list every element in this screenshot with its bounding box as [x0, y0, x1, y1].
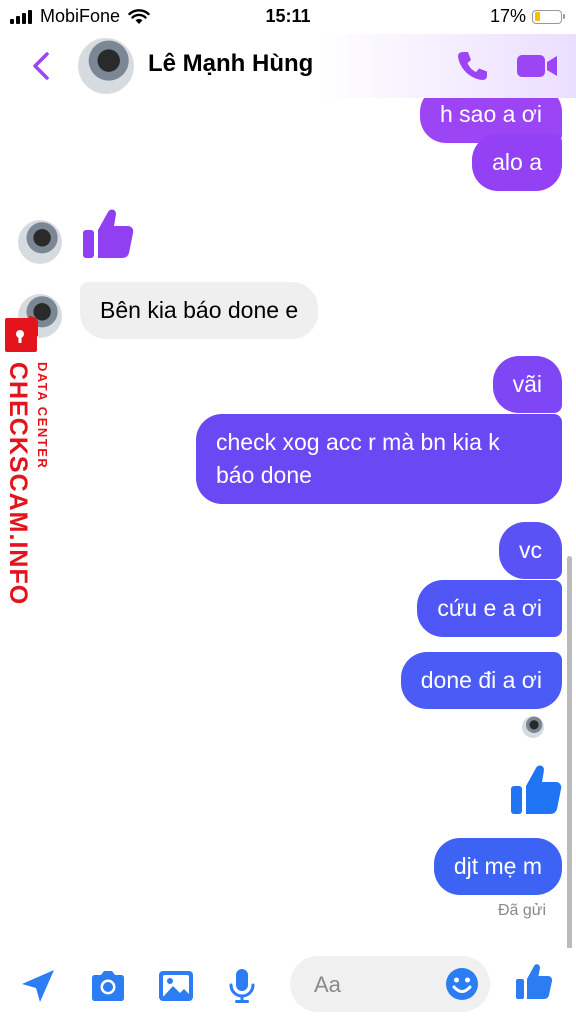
microphone-icon[interactable] [222, 966, 262, 1006]
status-right: 17% [489, 6, 565, 27]
input-placeholder: Aa [314, 972, 341, 997]
battery-percent: 17% [489, 6, 526, 26]
back-chevron-icon[interactable] [22, 46, 62, 86]
message-text: vc [519, 537, 542, 563]
outgoing-message[interactable]: djt mẹ m [433, 838, 562, 895]
outgoing-message[interactable]: vc [499, 522, 562, 579]
outgoing-message[interactable]: alo a [472, 134, 562, 191]
outgoing-message[interactable]: check xog acc r mà bn kia k báo done [196, 414, 562, 504]
incoming-message[interactable]: Bên kia báo done e [80, 282, 319, 339]
message-list[interactable]: h sao a ơi alo a Bên kia báo done e vãi … [0, 98, 576, 948]
seen-avatar [522, 716, 544, 738]
scrollbar[interactable] [567, 556, 572, 948]
camera-icon[interactable] [88, 966, 128, 1006]
message-text: vãi [512, 371, 542, 397]
message-text: h sao a ơi [439, 101, 542, 127]
message-input[interactable]: Aa [290, 956, 490, 1012]
battery-icon [532, 9, 565, 24]
outgoing-message[interactable]: vãi [492, 356, 562, 413]
message-composer: Aa [0, 948, 576, 1024]
contact-avatar[interactable] [78, 38, 134, 94]
message-text: Bên kia báo done e [100, 297, 299, 323]
contact-avatar[interactable] [18, 220, 62, 264]
chat-header: Lê Mạnh Hùng [0, 34, 576, 98]
lock-icon [5, 316, 38, 352]
outgoing-message[interactable]: done đi a ơi [400, 652, 562, 709]
emoji-icon[interactable] [444, 966, 480, 1002]
message-text-line: báo done [216, 462, 312, 488]
message-text: done đi a ơi [420, 667, 542, 693]
message-text: djt mẹ m [453, 853, 542, 879]
watermark-text: CHECKSCAM.INFO [4, 362, 32, 606]
status-bar: MobiFone 15:11 17% [0, 0, 576, 34]
outgoing-message[interactable]: cứu e a ơi [417, 580, 562, 637]
thumbs-up-icon[interactable] [514, 962, 554, 1002]
video-camera-icon[interactable] [514, 46, 560, 86]
message-text-line: check xog acc r mà bn kia k [216, 429, 500, 455]
message-text: alo a [492, 149, 542, 175]
gallery-icon[interactable] [156, 966, 196, 1006]
send-location-icon[interactable] [18, 966, 58, 1006]
delivery-status: Đã gửi [497, 902, 546, 919]
contact-name[interactable]: Lê Mạnh Hùng [148, 50, 313, 78]
phone-icon[interactable] [452, 46, 492, 86]
thumbs-up-icon [83, 209, 134, 258]
message-text: cứu e a ơi [437, 595, 542, 621]
thumbs-up-icon [511, 765, 562, 814]
checkscam-watermark: CHECKSCAM.INFO DATA CENTER [0, 308, 64, 606]
